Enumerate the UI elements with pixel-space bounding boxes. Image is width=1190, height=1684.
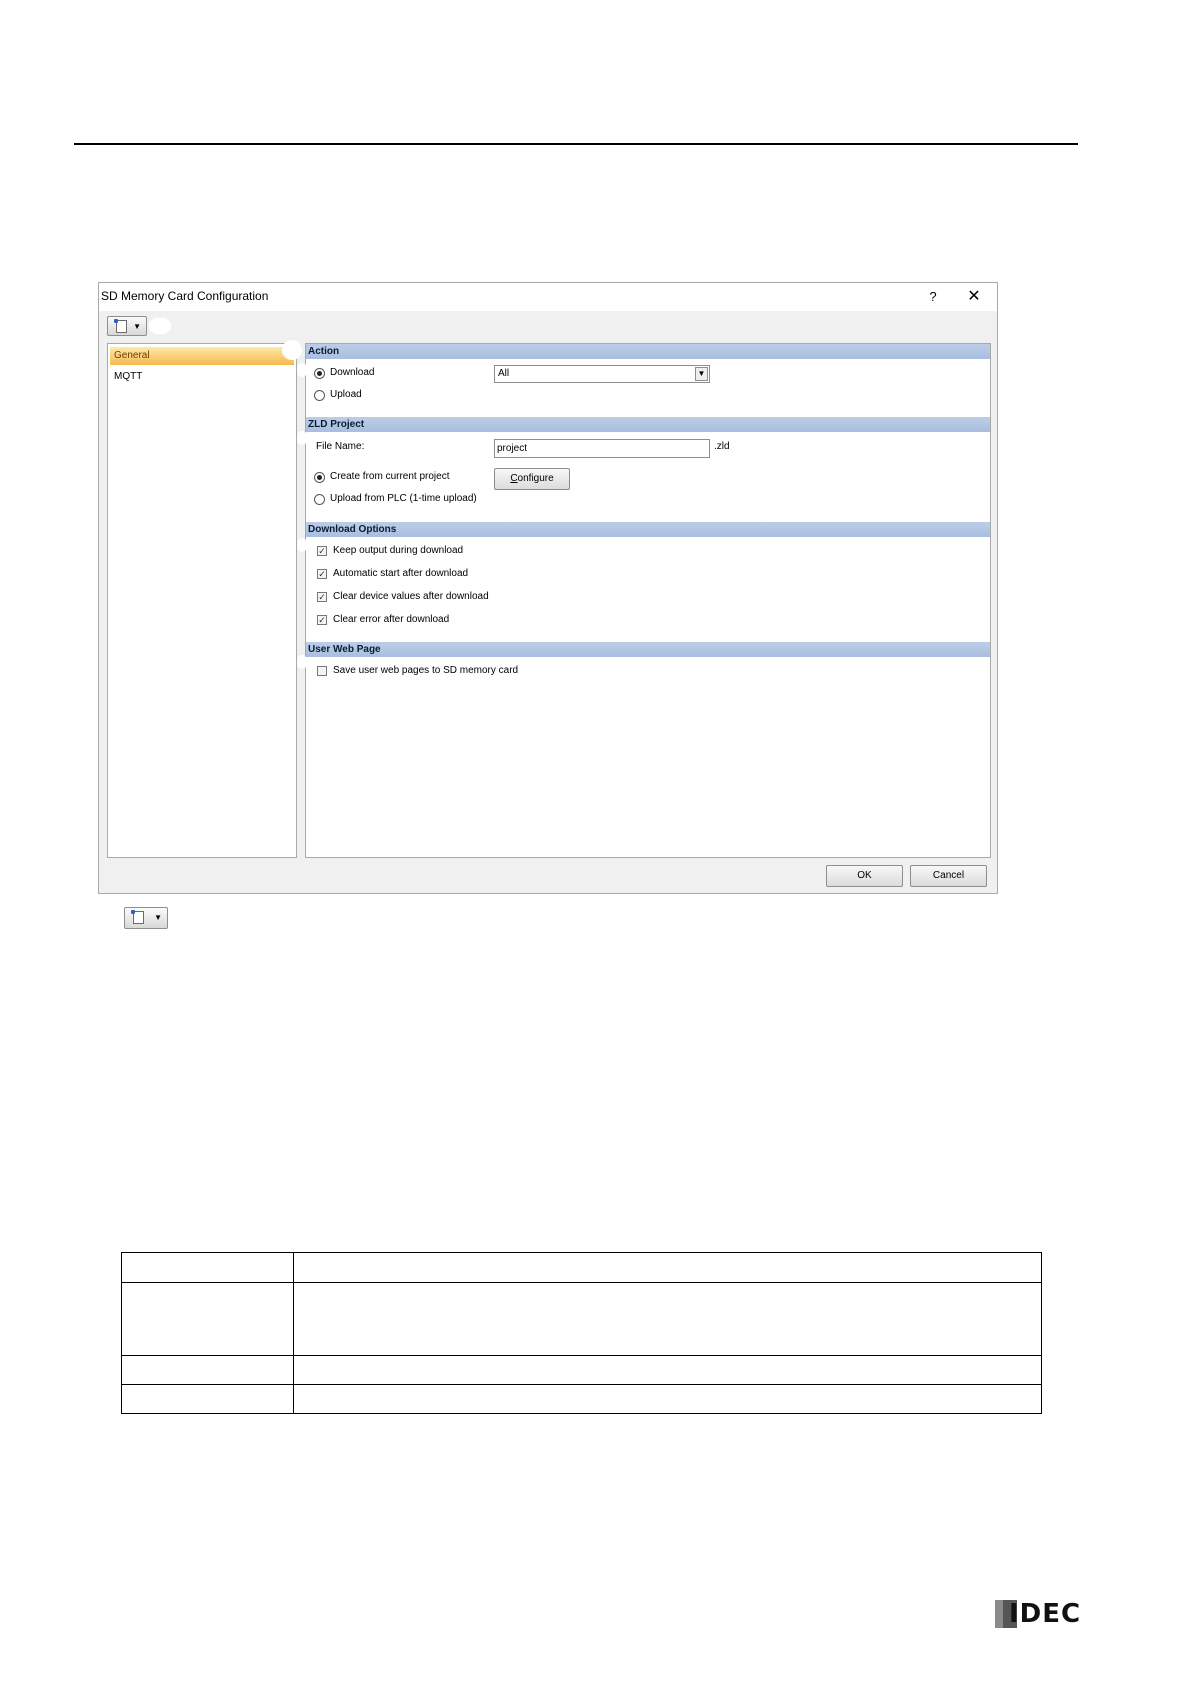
download-scope-select[interactable]: All ▼	[494, 365, 710, 383]
save-user-web-pages-label: Save user web pages to SD memory card	[333, 665, 519, 676]
keep-output-label: Keep output during download	[333, 545, 464, 556]
help-button[interactable]: ?	[921, 286, 945, 308]
table-row-divider	[122, 1384, 1041, 1385]
automatic-start-label: Automatic start after download	[333, 568, 469, 579]
callout-marker	[297, 655, 307, 669]
download-radio-label: Download	[330, 367, 375, 378]
new-document-dropdown-button[interactable]: ▼	[107, 316, 147, 336]
upload-radio[interactable]	[314, 390, 325, 401]
callout-marker	[282, 340, 302, 360]
section-header-user-web-page: User Web Page	[306, 642, 990, 657]
table-row-divider	[122, 1282, 1041, 1283]
idec-logo: IDEC	[995, 1598, 1085, 1630]
cancel-button[interactable]: Cancel	[910, 865, 987, 887]
section-header-zld-project: ZLD Project	[306, 417, 990, 432]
close-button[interactable]: ✕	[961, 286, 987, 308]
tree-item-mqtt[interactable]: MQTT	[110, 368, 294, 386]
clear-device-values-checkbox[interactable]: ✓	[317, 592, 327, 602]
ok-button[interactable]: OK	[826, 865, 903, 887]
file-name-label: File Name:	[316, 441, 365, 452]
upload-from-plc-radio[interactable]	[314, 494, 325, 505]
clear-device-values-label: Clear device values after download	[333, 591, 489, 602]
new-document-icon	[131, 910, 144, 924]
download-radio[interactable]	[314, 368, 325, 379]
configure-label-rest: onfigure	[517, 473, 554, 484]
configure-button[interactable]: Configure	[494, 468, 570, 490]
callout-marker	[297, 431, 307, 445]
logo-text: IDEC	[1009, 1599, 1082, 1629]
settings-tree: General MQTT	[107, 343, 297, 858]
create-from-current-project-label: Create from current project	[330, 471, 450, 482]
logo-mark	[995, 1600, 1003, 1628]
sd-memory-card-configuration-dialog: SD Memory Card Configuration ? ✕ ▼ Gener…	[98, 282, 998, 894]
dialog-title: SD Memory Card Configuration	[101, 289, 269, 303]
section-header-action: Action	[306, 344, 990, 359]
upload-radio-label: Upload	[330, 389, 362, 400]
callout-marker	[297, 538, 307, 552]
file-extension-label: .zld	[714, 441, 730, 452]
info-table	[121, 1252, 1042, 1414]
page-top-rule	[74, 143, 1078, 145]
section-header-download-options: Download Options	[306, 522, 990, 537]
chevron-down-icon: ▼	[154, 913, 162, 922]
tree-item-general[interactable]: General	[110, 347, 294, 365]
callout-marker	[297, 363, 307, 377]
configure-accelerator: C	[510, 473, 518, 484]
clear-error-label: Clear error after download	[333, 614, 450, 625]
automatic-start-checkbox[interactable]: ✓	[317, 569, 327, 579]
table-row-divider	[122, 1355, 1041, 1356]
upload-from-plc-label: Upload from PLC (1-time upload)	[330, 493, 477, 504]
file-name-input[interactable]: project	[494, 439, 710, 458]
create-from-current-project-radio[interactable]	[314, 472, 325, 483]
download-scope-value: All	[498, 368, 510, 379]
keep-output-checkbox[interactable]: ✓	[317, 546, 327, 556]
callout-marker	[149, 318, 171, 334]
dialog-titlebar: SD Memory Card Configuration ? ✕	[99, 283, 997, 311]
save-user-web-pages-checkbox[interactable]	[317, 666, 327, 676]
clear-error-checkbox[interactable]: ✓	[317, 615, 327, 625]
table-column-divider	[293, 1253, 294, 1413]
chevron-down-icon: ▼	[133, 322, 141, 331]
new-document-dropdown-button-reference: ▼	[124, 907, 168, 929]
settings-panel: Action Download Upload All ▼ ZLD Project…	[305, 343, 991, 858]
chevron-down-icon[interactable]: ▼	[695, 367, 708, 381]
new-document-icon	[114, 319, 127, 333]
